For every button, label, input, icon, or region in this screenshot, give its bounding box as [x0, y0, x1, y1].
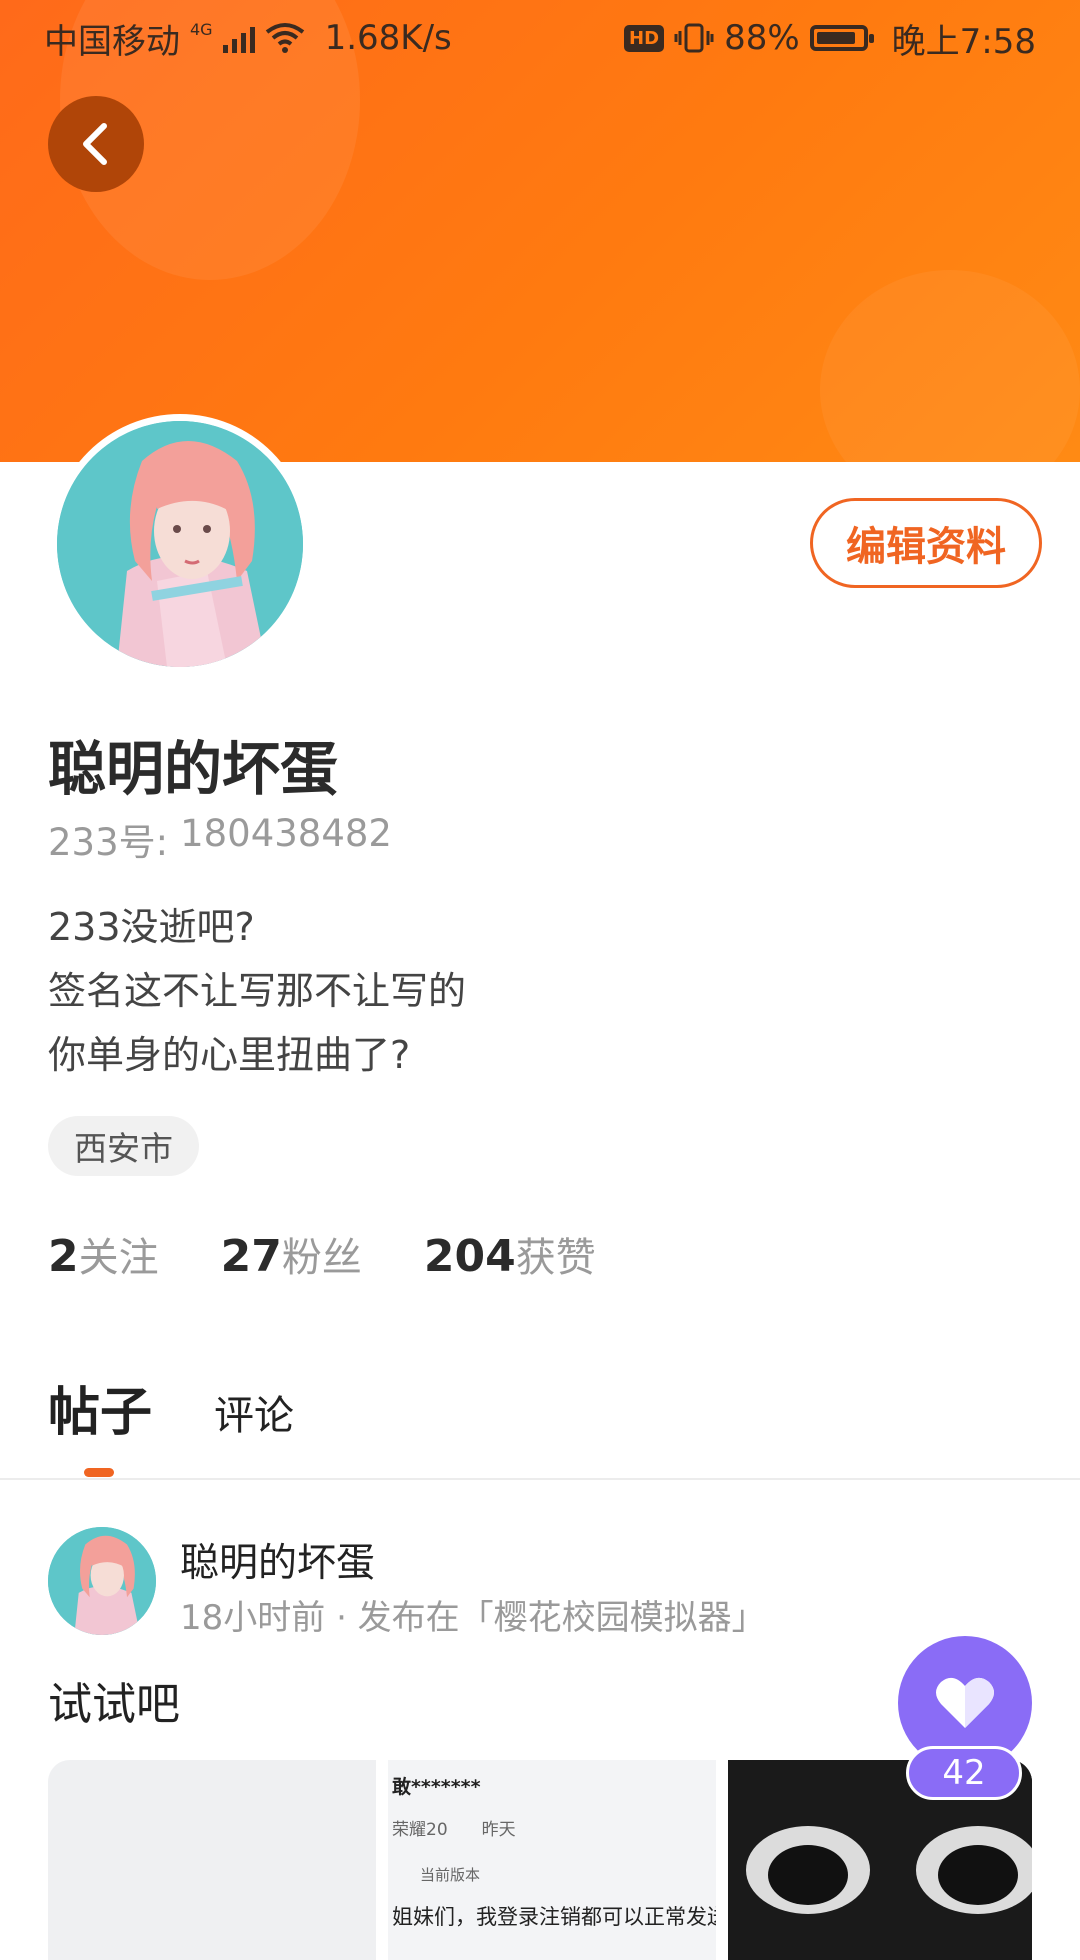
- tab-indicator: [84, 1468, 114, 1477]
- stat-label: 获赞: [515, 1235, 596, 1281]
- bio-line: 你单身的心里扭曲了?: [48, 1033, 411, 1077]
- post-image[interactable]: [48, 1760, 376, 1960]
- divider: [0, 1478, 1080, 1480]
- username: 聪明的坏蛋: [48, 735, 339, 803]
- status-bar: 中国移动 4G 1.68K/s HD 88% 晚上7:58: [0, 0, 1080, 76]
- post-meta: 18小时前 · 发布在「樱花校园模拟器」: [180, 1598, 766, 1638]
- stat-label: 关注: [78, 1235, 159, 1281]
- back-button[interactable]: [48, 96, 144, 192]
- stat-label: 粉丝: [281, 1235, 362, 1281]
- stat-number: 27: [220, 1231, 282, 1282]
- user-id: 233号: 180438482: [48, 812, 392, 866]
- network-type: 4G: [190, 19, 213, 39]
- profile-stats: 2 关注 27 粉丝 204 获赞: [48, 1225, 596, 1283]
- stat-number: 2: [48, 1231, 79, 1282]
- bio: 233没逝吧? 签名这不让写那不让写的 你单身的心里扭曲了?: [48, 895, 466, 1087]
- hd-icon: HD: [624, 24, 665, 52]
- chevron-left-icon: [83, 123, 107, 165]
- post-image[interactable]: 敢******* 荣耀20 昨天 当前版本 姐妹们，我登录注销都可以正常发送: [388, 1760, 716, 1960]
- battery-percent: 88%: [724, 18, 800, 58]
- screenshot-time: 昨天: [481, 1820, 516, 1840]
- user-id-label: 233号:: [48, 821, 169, 864]
- stat-followers[interactable]: 27 粉丝: [221, 1225, 362, 1283]
- vibrate-icon: [674, 23, 714, 53]
- battery-icon: [809, 25, 874, 51]
- screenshot-device: 荣耀20: [392, 1820, 448, 1840]
- screenshot-body: 姐妹们，我登录注销都可以正常发送: [392, 1905, 716, 1929]
- screenshot-version: 当前版本: [420, 1866, 481, 1884]
- avatar-image: [57, 421, 303, 667]
- heart-icon: [936, 1677, 994, 1728]
- signal-icon: [222, 23, 255, 53]
- screenshot-user: 敢*******: [392, 1776, 481, 1798]
- tab-comments[interactable]: 评论: [214, 1383, 294, 1445]
- tab-posts[interactable]: 帖子: [48, 1370, 152, 1445]
- location-tag: 西安市: [48, 1116, 199, 1176]
- edit-profile-button[interactable]: 编辑资料: [810, 498, 1042, 588]
- stat-number: 204: [423, 1231, 516, 1282]
- carrier-name: 中国移动: [44, 21, 180, 62]
- post-author-name[interactable]: 聪明的坏蛋: [180, 1532, 375, 1588]
- wifi-icon: [265, 23, 304, 53]
- bio-line: 签名这不让写那不让写的: [48, 969, 467, 1013]
- banner-decoration: [820, 270, 1080, 462]
- user-id-value: 180438482: [180, 812, 392, 855]
- network-speed: 1.68K/s: [324, 18, 452, 58]
- stat-likes[interactable]: 204 获赞: [424, 1225, 596, 1283]
- post-images: 敢******* 荣耀20 昨天 当前版本 姐妹们，我登录注销都可以正常发送: [48, 1760, 1032, 1960]
- post-title[interactable]: 试试吧: [48, 1668, 180, 1732]
- avatar[interactable]: [50, 414, 310, 674]
- bio-line: 233没逝吧?: [48, 905, 255, 949]
- tab-bar: 帖子 评论: [48, 1370, 294, 1445]
- like-count: 42: [906, 1746, 1022, 1800]
- stat-following[interactable]: 2 关注: [48, 1225, 159, 1283]
- battery-fill: [816, 32, 856, 44]
- screenshot-subline: 荣耀20 昨天: [392, 1815, 712, 1840]
- post-author-avatar[interactable]: [48, 1527, 156, 1635]
- clock: 晚上7:58: [891, 21, 1036, 62]
